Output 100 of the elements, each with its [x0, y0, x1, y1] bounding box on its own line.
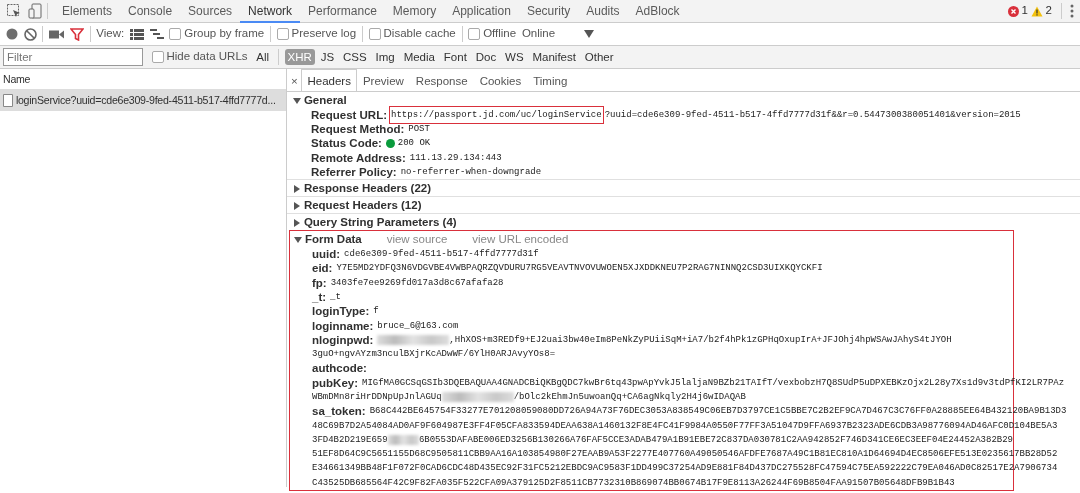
list-view-icon[interactable] [129, 28, 144, 40]
detail-tab[interactable]: Response [409, 69, 474, 91]
field-value: 200 OK [397, 137, 431, 151]
panel-tab[interactable]: Elements [54, 0, 121, 23]
more-icon[interactable] [1070, 4, 1075, 18]
section-title[interactable]: Form Data [304, 232, 362, 247]
field-value: WBmDMn8riHrDDNpUpJnlAGUq [312, 391, 442, 404]
view-label: View: [96, 26, 125, 42]
section-title[interactable]: Response Headers (22) [303, 181, 432, 196]
warning-count: 2 [1045, 3, 1052, 19]
field-key: _t: [312, 289, 327, 305]
field-key: eid: [312, 261, 333, 276]
document-icon [3, 94, 13, 107]
field-value: /bOlc2kEhmJn5uwoanQq+CA6agNkqly2H4j6wIDAQAB [513, 391, 746, 404]
caret-icon[interactable] [583, 30, 594, 38]
detail-tab[interactable]: Preview [356, 69, 410, 91]
field-value: cde6e309-9fed-4511-b517-4ffd7777d31f [344, 248, 539, 261]
type-filter[interactable]: WS [502, 49, 527, 65]
field-value: no-referrer-when-downgrade [400, 165, 542, 179]
type-filter[interactable]: Img [372, 49, 398, 65]
field-key: pubKey: [312, 375, 358, 390]
section-title[interactable]: General [303, 93, 347, 108]
field-key: authcode: [312, 362, 367, 375]
throttling-select[interactable]: Online [521, 25, 556, 43]
redaction-blur [387, 435, 419, 445]
disclosure-icon[interactable] [293, 184, 301, 193]
detail-tab[interactable]: Timing [527, 69, 574, 91]
column-header[interactable]: Name [3, 73, 31, 85]
camera-icon[interactable] [49, 28, 64, 40]
inspect-icon[interactable] [5, 3, 22, 19]
panel-tab[interactable]: Memory [384, 0, 445, 23]
field-key: Referrer Policy: [311, 164, 397, 179]
checkbox[interactable] [468, 28, 481, 40]
field-value: bruce_6@163.com [377, 319, 459, 333]
detail-tab[interactable]: Headers [301, 69, 357, 91]
field-value: 3403fe7ee9269fd017a3d8c67afafa28 [330, 276, 504, 290]
panel-tab[interactable]: Sources [180, 0, 241, 23]
field-value: https://passport.jd.com/uc/loginService [391, 108, 602, 123]
section-title[interactable]: Query String Parameters (4) [303, 215, 457, 230]
clear-icon[interactable] [23, 27, 37, 41]
error-icon [1007, 5, 1019, 17]
field-key: Request URL: [311, 108, 388, 123]
field-value: ,HhXOS+m3REDf9+EJ2uai3bw40eIm8PeNkZyPUiiSqM+iA7/b2f4hPk1zGPHqOxupIrA+JFJOhj4hpWSAwJAhyS4tJYOH [449, 333, 952, 347]
field-value: 6B0553DAFABE006ED3256B130266A76FAF5CCE3ADAB479A1B91EBE72C837DA030781C2AA942852F746D341CE6EC3EEF04E24452A382B29 [418, 433, 1013, 447]
panel-tab[interactable]: Security [518, 0, 579, 23]
type-filter[interactable]: All [253, 49, 273, 65]
error-count: 1 [1021, 3, 1028, 19]
filter-icon[interactable] [69, 27, 84, 41]
field-value: f [373, 305, 379, 319]
checkbox[interactable] [368, 28, 381, 40]
waterfall-icon[interactable] [149, 28, 164, 40]
disclosure-icon[interactable] [293, 218, 301, 227]
field-value: _t [330, 290, 341, 304]
disclosure-icon[interactable] [293, 96, 301, 105]
checkbox[interactable] [276, 28, 289, 40]
panel-tab[interactable]: Application [444, 0, 519, 23]
disclosure-icon[interactable] [293, 201, 301, 210]
field-value: 3FD4B2D219E659 [312, 433, 388, 447]
panel-tab[interactable]: Audits [578, 0, 628, 23]
panel-tab[interactable]: Network [240, 0, 301, 23]
field-key: Remote Address: [311, 150, 406, 165]
disclosure-icon[interactable] [294, 235, 302, 244]
checkbox-label: Group by frame [184, 26, 265, 42]
type-filter[interactable]: Font [440, 49, 470, 65]
checkbox[interactable] [169, 28, 182, 40]
checkbox-label: Disable cache [383, 26, 456, 42]
field-key: loginType: [312, 304, 370, 319]
field-value: POST [408, 123, 430, 137]
request-row[interactable]: loginService?uuid=cde6e309-9fed-4511-b517-4ffd7777d... [0, 90, 286, 111]
panel-tab[interactable]: Performance [300, 0, 385, 23]
field-value: C43525DB685564F42C9F82FA035F522CFA09A379125D2F8511CB7732310B869074BB0674B17F9E8113A26244F69B8504FAA91507B05648DFB9B1B43 [312, 476, 955, 490]
field-value: 111.13.29.134:443 [409, 151, 502, 165]
type-filter[interactable]: Manifest [529, 49, 579, 65]
type-filter[interactable]: CSS [340, 49, 370, 65]
panel-tab[interactable]: AdBlock [627, 0, 688, 23]
checkbox[interactable] [151, 51, 164, 63]
warning-icon [1030, 5, 1043, 17]
field-key: loginname: [312, 318, 374, 333]
view-link[interactable]: view URL encoded [472, 232, 569, 247]
field-value: ?uuid=cde6e309-9fed-4511-b517-4ffd7777d31f&&r=0.5447300380051401&version=2015 [604, 109, 1021, 122]
field-key: nloginpwd: [312, 332, 374, 348]
device-icon[interactable] [27, 3, 42, 19]
field-key: Status Code: [311, 136, 382, 151]
type-filter[interactable]: Other [581, 49, 617, 65]
type-filter[interactable]: JS [317, 49, 338, 65]
section-title[interactable]: Request Headers (12) [303, 198, 422, 213]
detail-tab[interactable]: Cookies [473, 69, 528, 91]
field-key: sa_token: [312, 404, 366, 419]
panel-tab[interactable]: Console [120, 0, 181, 23]
checkbox-label: Offline [483, 26, 517, 42]
record-icon[interactable] [5, 28, 18, 40]
field-value: 3guO+ngvAYzm3nculBXjrKcADwWF/6YlH0ARJAvyYOs8= [312, 348, 556, 362]
close-button[interactable]: × [287, 69, 302, 91]
view-link[interactable]: view source [386, 232, 448, 247]
type-filter[interactable]: Media [400, 49, 438, 65]
checkbox-label: Preserve log [291, 26, 357, 42]
type-filter[interactable]: Doc [472, 49, 500, 65]
filter-field[interactable]: Filter [2, 48, 143, 66]
field-key: fp: [312, 275, 327, 290]
field-key: Request Method: [311, 122, 405, 137]
